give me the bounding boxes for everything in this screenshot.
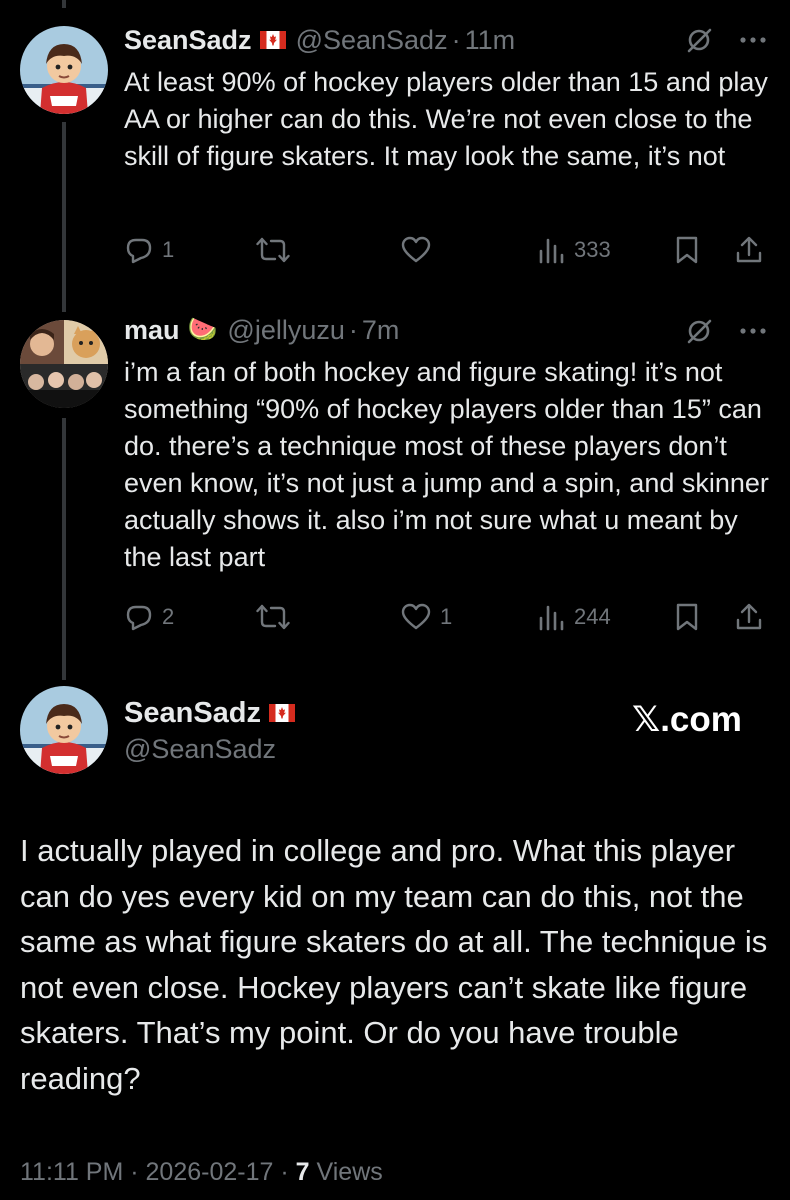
focus-tweet-text: I actually played in college and pro. Wh… [20,833,768,1096]
tweet-meta: 11:11 PM · 2026-02-17 · 7 Views [20,1158,383,1187]
bookmark-icon [676,603,698,631]
watermark-text: .com [660,700,742,739]
separator: · [130,1158,139,1186]
handle[interactable]: @jellyuzu [227,312,344,348]
avatar[interactable] [20,26,108,114]
display-name[interactable]: SeanSadz [124,22,252,58]
repost-icon [256,237,290,263]
reply-icon [126,605,152,631]
like-button[interactable] [400,234,440,266]
canada-flag-icon [259,22,286,58]
like-count: 1 [440,604,453,629]
thread-line [62,122,66,312]
tweet-header: mau 🍉 @jellyuzu · 7m [124,312,399,348]
separator: · [451,25,461,55]
reply-count: 2 [162,604,175,629]
handle[interactable]: @SeanSadz [124,734,276,765]
views-icon [539,238,564,264]
like-icon [401,603,431,630]
timestamp[interactable]: 7m [362,312,400,348]
share-button[interactable] [734,234,764,266]
avatar[interactable] [20,686,108,774]
thread-line [62,418,66,680]
canada-flag-icon [269,694,295,732]
display-name[interactable]: SeanSadz [124,694,261,732]
bookmark-button[interactable] [674,234,700,266]
views-button[interactable]: 333 [538,234,611,266]
timestamp[interactable]: 11m [465,22,516,58]
display-name[interactable]: mau [124,312,180,348]
like-button[interactable]: 1 [400,601,452,633]
reply-icon [126,238,152,264]
grok-icon[interactable] [686,27,712,53]
tweet-header: SeanSadz @SeanSadz · 11m [124,22,515,58]
avatar[interactable] [20,320,108,408]
repost-button[interactable] [256,601,298,633]
bookmark-icon [676,236,698,264]
name-emoji: 🍉 [187,316,218,343]
share-icon [736,236,762,263]
handle[interactable]: @SeanSadz [296,22,448,58]
tweet-text: i’m a fan of both hockey and figure skat… [124,357,769,572]
separator: · [280,1158,289,1186]
watermark: 𝕏 .com [632,700,742,740]
grok-icon[interactable] [686,318,712,344]
repost-button[interactable] [256,234,298,266]
more-icon[interactable] [738,35,768,45]
like-icon [401,236,431,263]
views-icon [539,605,564,631]
reply-button[interactable]: 2 [124,601,174,633]
bookmark-button[interactable] [674,601,700,633]
views-label: Views [316,1158,383,1186]
post-date[interactable]: 2026-02-17 [146,1158,274,1186]
view-count: 333 [574,237,611,262]
separator: · [348,315,358,345]
views-button[interactable]: 244 [538,601,611,633]
post-time[interactable]: 11:11 PM [20,1158,123,1186]
focus-name-row: SeanSadz [124,694,305,732]
tweet-text: At least 90% of hockey players older tha… [124,67,768,171]
repost-icon [256,604,290,630]
reply-button[interactable]: 1 [124,234,174,266]
views-count: 7 [295,1158,310,1186]
x-logo-icon: 𝕏 [632,700,661,739]
reply-count: 1 [162,237,175,262]
share-icon [736,603,762,630]
thread-line [62,0,66,8]
share-button[interactable] [734,601,764,633]
view-count: 244 [574,604,611,629]
more-icon[interactable] [738,326,768,336]
